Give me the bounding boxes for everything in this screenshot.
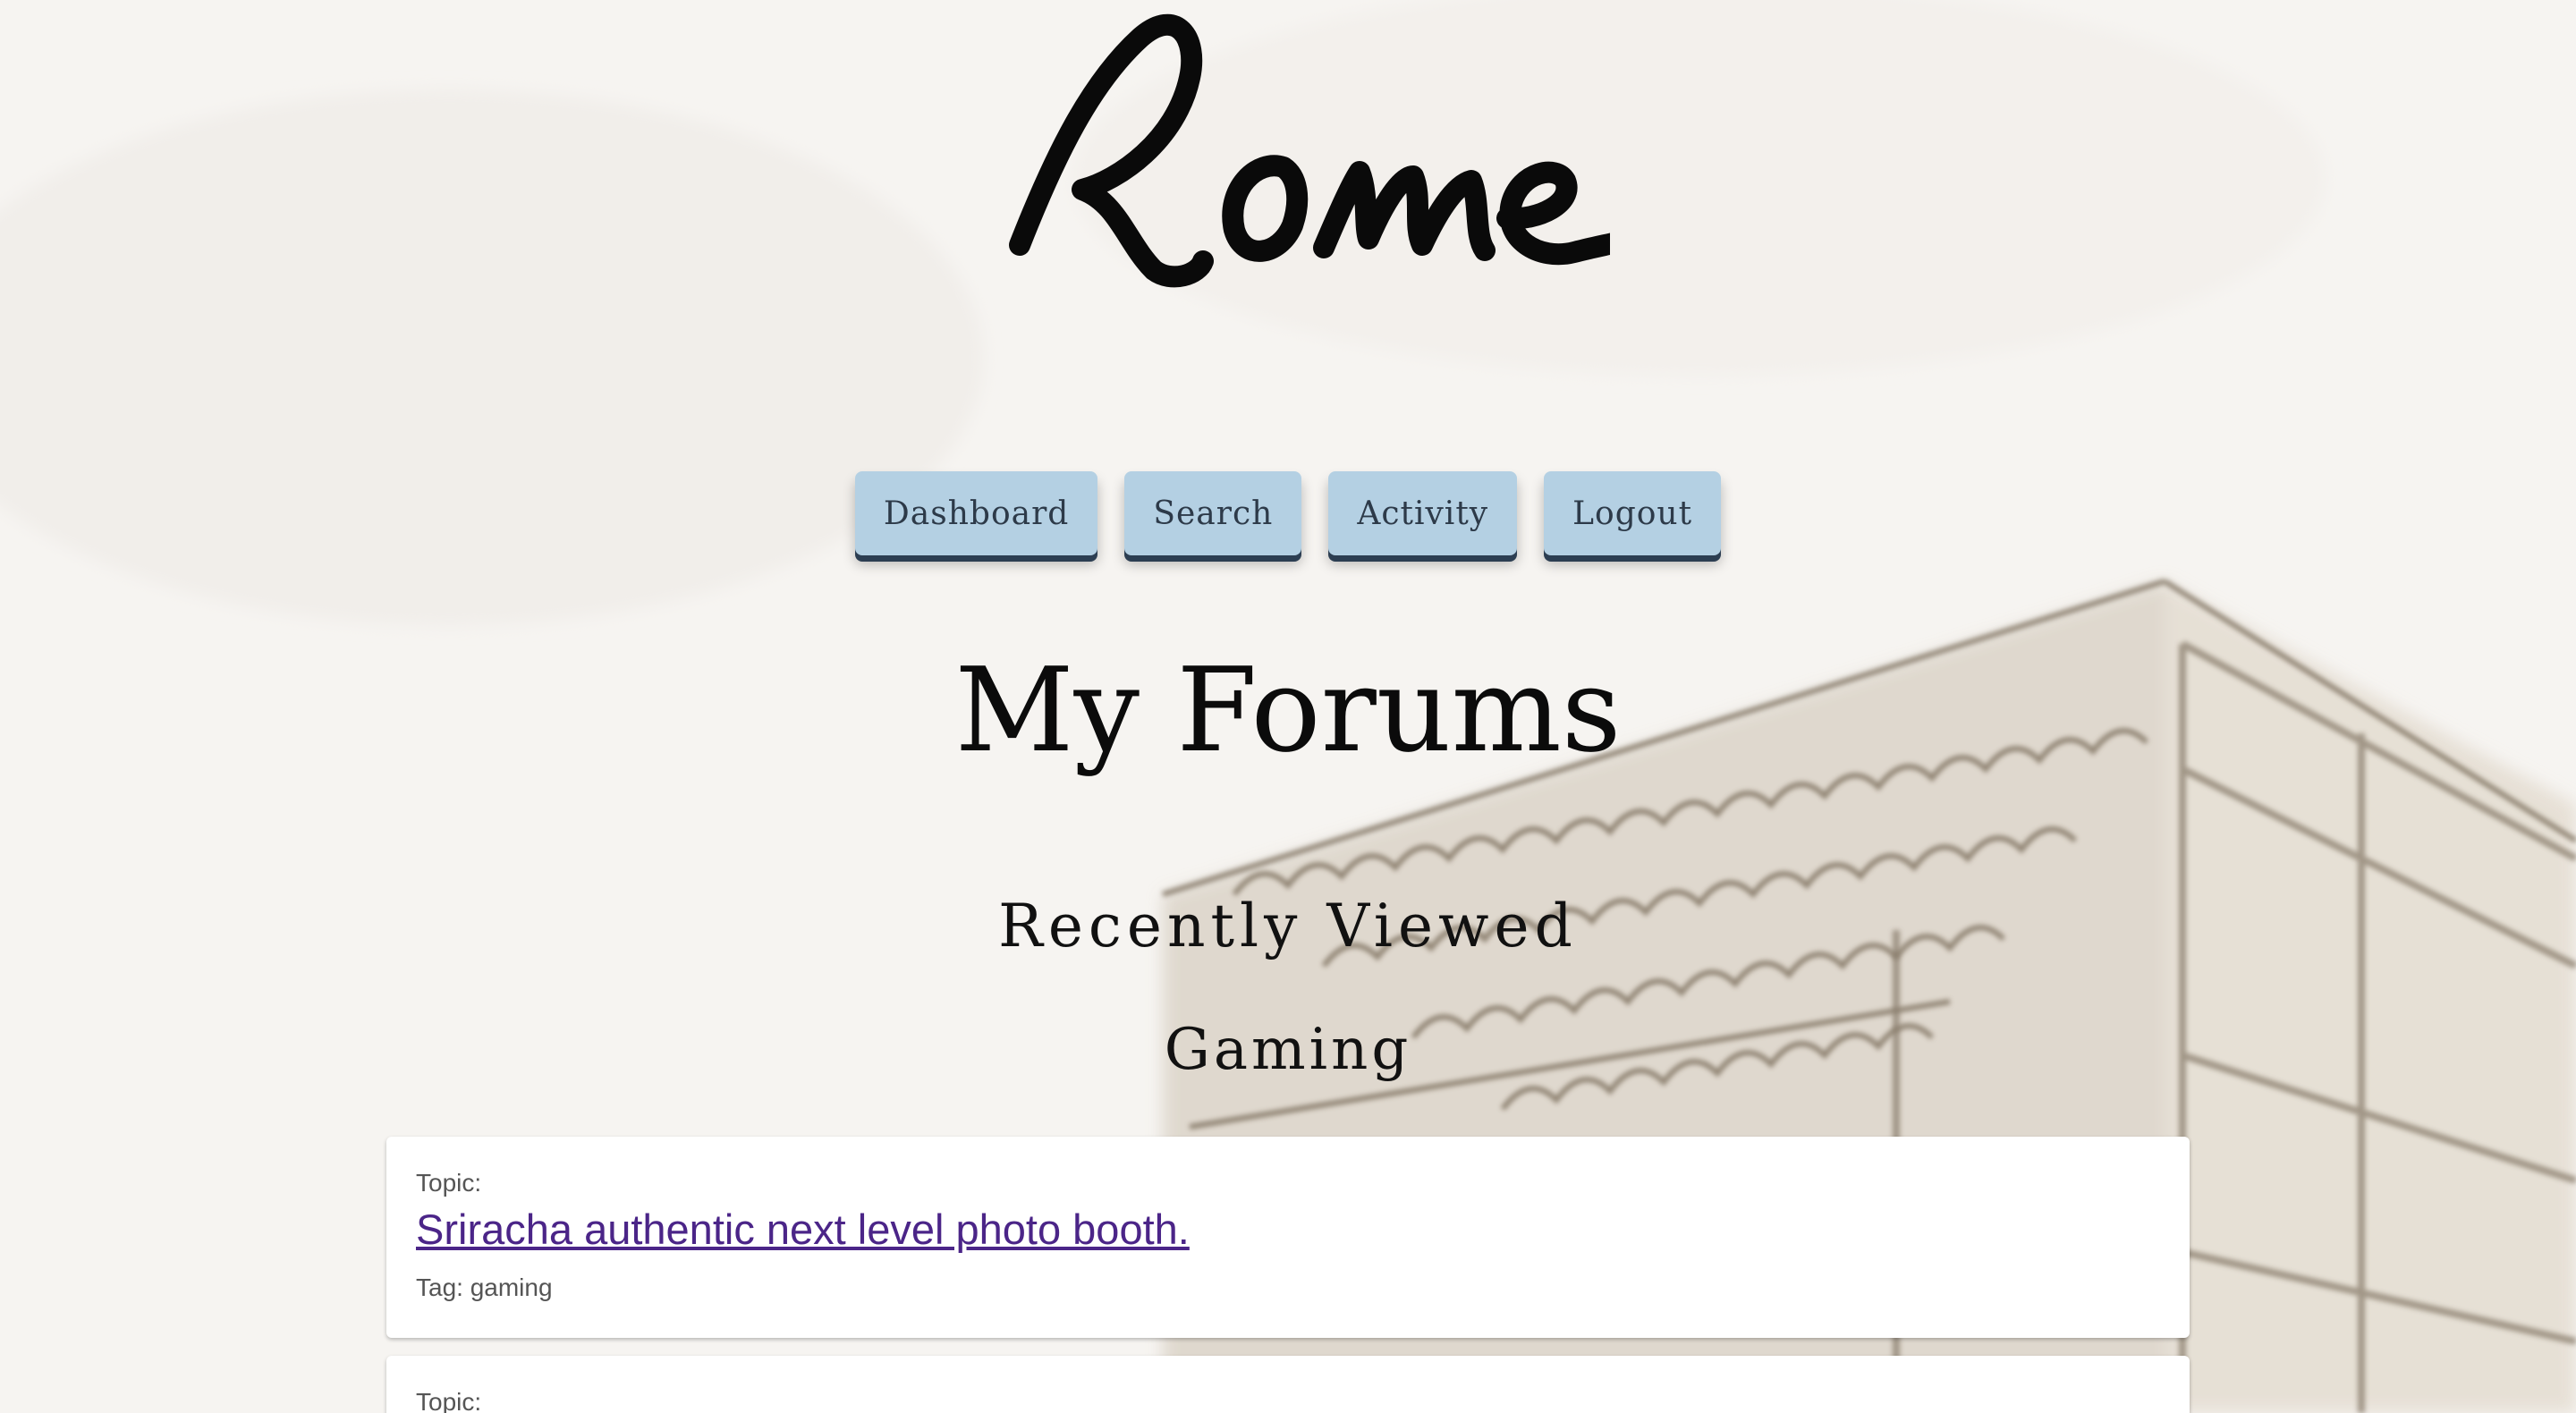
forum-name-heading: Gaming <box>1164 1017 1412 1083</box>
main-nav: Dashboard Search Activity Logout <box>0 471 2576 555</box>
topic-label: Topic: <box>416 1388 482 1413</box>
logout-button[interactable]: Logout <box>1544 471 1722 555</box>
activity-button[interactable]: Activity <box>1328 471 1518 555</box>
search-button[interactable]: Search <box>1124 471 1302 555</box>
dashboard-button[interactable]: Dashboard <box>854 471 1098 555</box>
topic-card: Topic: Sriracha authentic next level pho… <box>386 1137 2190 1338</box>
topic-label: Topic: <box>416 1169 482 1197</box>
topic-tag: Tag: gaming <box>416 1273 553 1301</box>
recently-viewed-heading: Recently Viewed <box>998 892 1578 960</box>
rome-logo <box>1009 13 1610 288</box>
page-title: My Forums <box>954 642 1622 778</box>
topic-card: Topic: <box>386 1356 2190 1413</box>
topic-link[interactable]: Sriracha authentic next level photo boot… <box>416 1205 1190 1254</box>
